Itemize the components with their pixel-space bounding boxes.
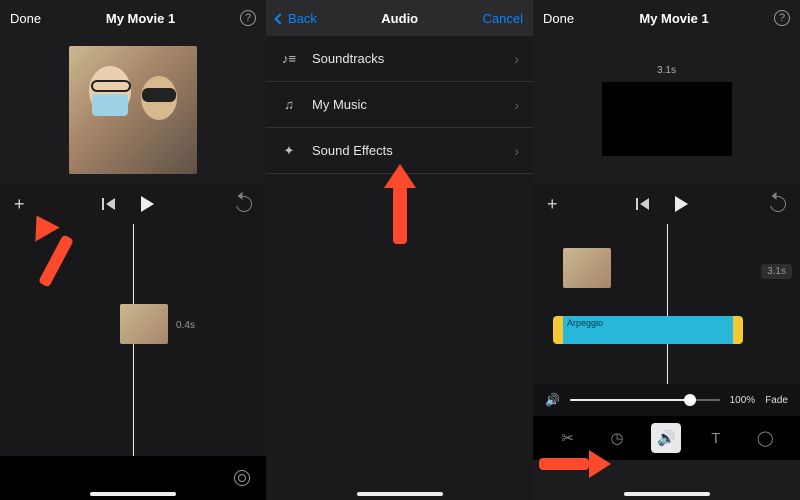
editor-panel-with-audio: Done My Movie 1 ? 3.1s + 3.1s Arpeggio 🔊…	[533, 0, 800, 500]
row-label: Soundtracks	[312, 51, 384, 66]
header: Done My Movie 1 ?	[0, 0, 266, 36]
end-time-label: 3.1s	[761, 264, 792, 279]
preview-thumbnail	[69, 46, 197, 174]
audio-menu-panel: Back Audio Cancel ♪≡ Soundtracks › ♫ My Mu…	[266, 0, 533, 500]
chevron-right-icon: ›	[514, 97, 519, 113]
back-button[interactable]: Back	[276, 11, 317, 26]
row-label: My Music	[312, 97, 367, 112]
play-icon[interactable]	[141, 196, 154, 212]
soundtracks-icon: ♪≡	[280, 50, 298, 68]
chevron-right-icon: ›	[514, 143, 519, 159]
sound-effects-icon: ✦	[280, 142, 298, 160]
playhead	[667, 224, 668, 384]
screen-title: Audio	[381, 11, 418, 26]
chevron-left-icon	[274, 13, 285, 24]
add-media-button[interactable]: +	[547, 194, 558, 215]
titles-tool-icon[interactable]: T	[701, 423, 731, 453]
row-label: Sound Effects	[312, 143, 393, 158]
play-icon[interactable]	[675, 196, 688, 212]
done-button[interactable]: Done	[543, 11, 574, 26]
video-clip[interactable]	[120, 304, 168, 344]
tool-row: ✂ ◷ 🔊 T ◯	[533, 416, 800, 460]
project-title: My Movie 1	[639, 11, 708, 26]
annotation-arrow	[20, 218, 80, 288]
audio-clip-name: Arpeggio	[567, 318, 603, 328]
split-tool-scissors-icon[interactable]: ✂	[553, 423, 583, 453]
row-my-music[interactable]: ♫ My Music ›	[266, 82, 533, 128]
filters-tool-icon[interactable]: ◯	[750, 423, 780, 453]
home-indicator	[90, 492, 176, 496]
slider-knob[interactable]	[684, 394, 696, 406]
settings-icon[interactable]	[234, 470, 250, 486]
music-note-icon: ♫	[280, 96, 298, 114]
header: Done My Movie 1 ?	[533, 0, 800, 36]
cancel-button[interactable]: Cancel	[483, 11, 523, 26]
chevron-right-icon: ›	[514, 51, 519, 67]
undo-icon[interactable]	[233, 193, 255, 215]
home-indicator	[624, 492, 710, 496]
video-clip[interactable]	[563, 248, 611, 288]
speaker-icon: 🔊	[545, 393, 560, 407]
help-icon[interactable]: ?	[240, 10, 256, 26]
timeline[interactable]: 3.1s Arpeggio	[533, 224, 800, 384]
volume-row: 🔊 100% Fade	[533, 384, 800, 416]
video-preview	[0, 36, 266, 184]
clip-handle-left[interactable]	[553, 316, 563, 344]
volume-slider[interactable]	[570, 399, 720, 401]
add-media-button[interactable]: +	[14, 194, 25, 215]
timeline-controls: +	[533, 184, 800, 224]
preview-frame	[602, 82, 732, 156]
row-soundtracks[interactable]: ♪≡ Soundtracks ›	[266, 36, 533, 82]
skip-start-icon[interactable]	[106, 198, 115, 210]
home-indicator	[357, 492, 443, 496]
skip-start-icon[interactable]	[640, 198, 649, 210]
fade-button[interactable]: Fade	[765, 395, 788, 406]
volume-tool-icon[interactable]: 🔊	[651, 423, 681, 453]
project-title: My Movie 1	[106, 11, 175, 26]
audio-clip[interactable]: Arpeggio	[553, 316, 743, 344]
annotation-arrow	[539, 458, 589, 470]
help-icon[interactable]: ?	[774, 10, 790, 26]
volume-percent: 100%	[730, 395, 756, 406]
editor-panel-initial: Done My Movie 1 ? + 0.4s	[0, 0, 266, 500]
clip-time-label: 0.4s	[176, 320, 195, 331]
undo-icon[interactable]	[767, 193, 789, 215]
header: Back Audio Cancel	[266, 0, 533, 36]
speed-tool-icon[interactable]: ◷	[602, 423, 632, 453]
clip-handle-right[interactable]	[733, 316, 743, 344]
done-button[interactable]: Done	[10, 11, 41, 26]
current-time: 3.1s	[657, 65, 676, 76]
annotation-arrow	[393, 186, 407, 244]
video-preview: 3.1s	[533, 36, 800, 184]
